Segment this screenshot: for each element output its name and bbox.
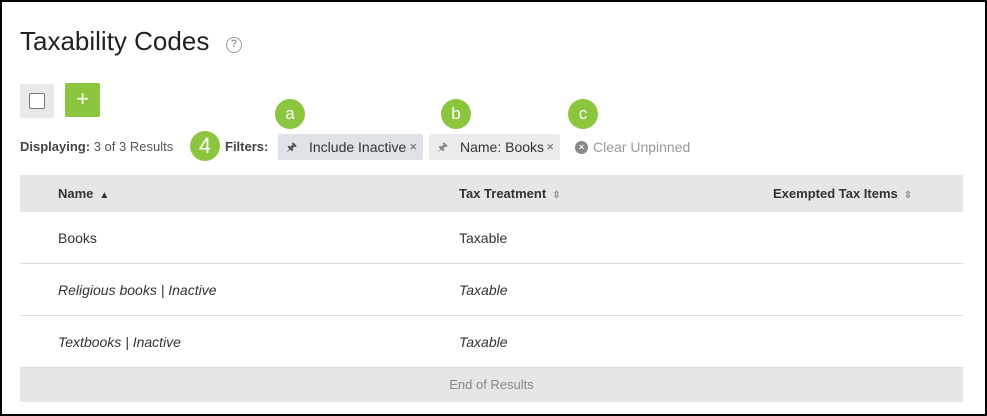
cell-name[interactable]: Textbooks | Inactive (58, 316, 181, 368)
callout-marker-a: a (275, 99, 305, 129)
table-row[interactable]: Books Taxable (20, 212, 963, 264)
select-all-toggle[interactable] (20, 84, 54, 118)
unpinned-icon[interactable]: 🖈 (437, 134, 448, 160)
column-header-tax-treatment[interactable]: Tax Treatment ⇕ (459, 175, 561, 214)
cell-tax-treatment: Taxable (459, 282, 508, 298)
sort-icon[interactable]: ⇕ (552, 190, 560, 201)
callout-marker-4: 4 (190, 131, 220, 161)
table-row[interactable]: Textbooks | Inactive Taxable (20, 316, 963, 368)
add-button[interactable]: + (65, 83, 100, 117)
callout-marker-c: c (568, 99, 598, 129)
table-header: Name ▲ Tax Treatment ⇕ Exempted Tax Items ⇕ (20, 175, 963, 212)
help-icon[interactable]: ? (226, 37, 242, 53)
column-header-exempted-tax-items[interactable]: Exempted Tax Items ⇕ (773, 175, 912, 214)
clear-unpinned-link[interactable]: Clear Unpinned (593, 139, 690, 155)
cell-name[interactable]: Religious books | Inactive (58, 264, 217, 316)
column-label: Tax Treatment (459, 186, 547, 201)
remove-filter-icon[interactable]: × (546, 134, 554, 160)
page-frame: Taxability Codes ? + a b c 4 Displaying:… (0, 0, 987, 416)
sort-ascending-icon[interactable]: ▲ (99, 190, 109, 201)
column-header-name[interactable]: Name ▲ (58, 175, 109, 214)
filter-chip-name-books[interactable]: 🖈 Name: Books × (429, 134, 560, 160)
results-count: Displaying: 3 of 3 Results (20, 139, 173, 154)
filter-chip-label: Name: Books (460, 139, 545, 155)
remove-filter-icon[interactable]: × (409, 134, 417, 160)
taxability-table: Name ▲ Tax Treatment ⇕ Exempted Tax Items ⇕… (20, 175, 963, 402)
column-label: Name (58, 186, 94, 201)
cell-tax-treatment: Taxable (459, 334, 508, 350)
page-title: Taxability Codes (20, 26, 210, 56)
end-of-results: End of Results (20, 368, 963, 402)
displaying-value: 3 of 3 Results (93, 139, 174, 154)
pin-icon[interactable]: 🖈 (286, 134, 297, 160)
clear-icon[interactable]: × (575, 141, 588, 154)
callout-marker-b: b (441, 99, 471, 129)
cell-name[interactable]: Books (58, 212, 97, 264)
filter-chip-label: Include Inactive (309, 139, 407, 155)
select-all-checkbox[interactable] (29, 93, 45, 109)
displaying-label: Displaying: (20, 139, 91, 154)
filter-chip-include-inactive[interactable]: 🖈 Include Inactive × (278, 134, 423, 160)
cell-tax-treatment: Taxable (459, 230, 508, 246)
table-row[interactable]: Religious books | Inactive Taxable (20, 264, 963, 316)
filters-label: Filters: (225, 139, 269, 154)
sort-icon[interactable]: ⇕ (904, 190, 912, 201)
column-label: Exempted Tax Items (773, 186, 898, 201)
